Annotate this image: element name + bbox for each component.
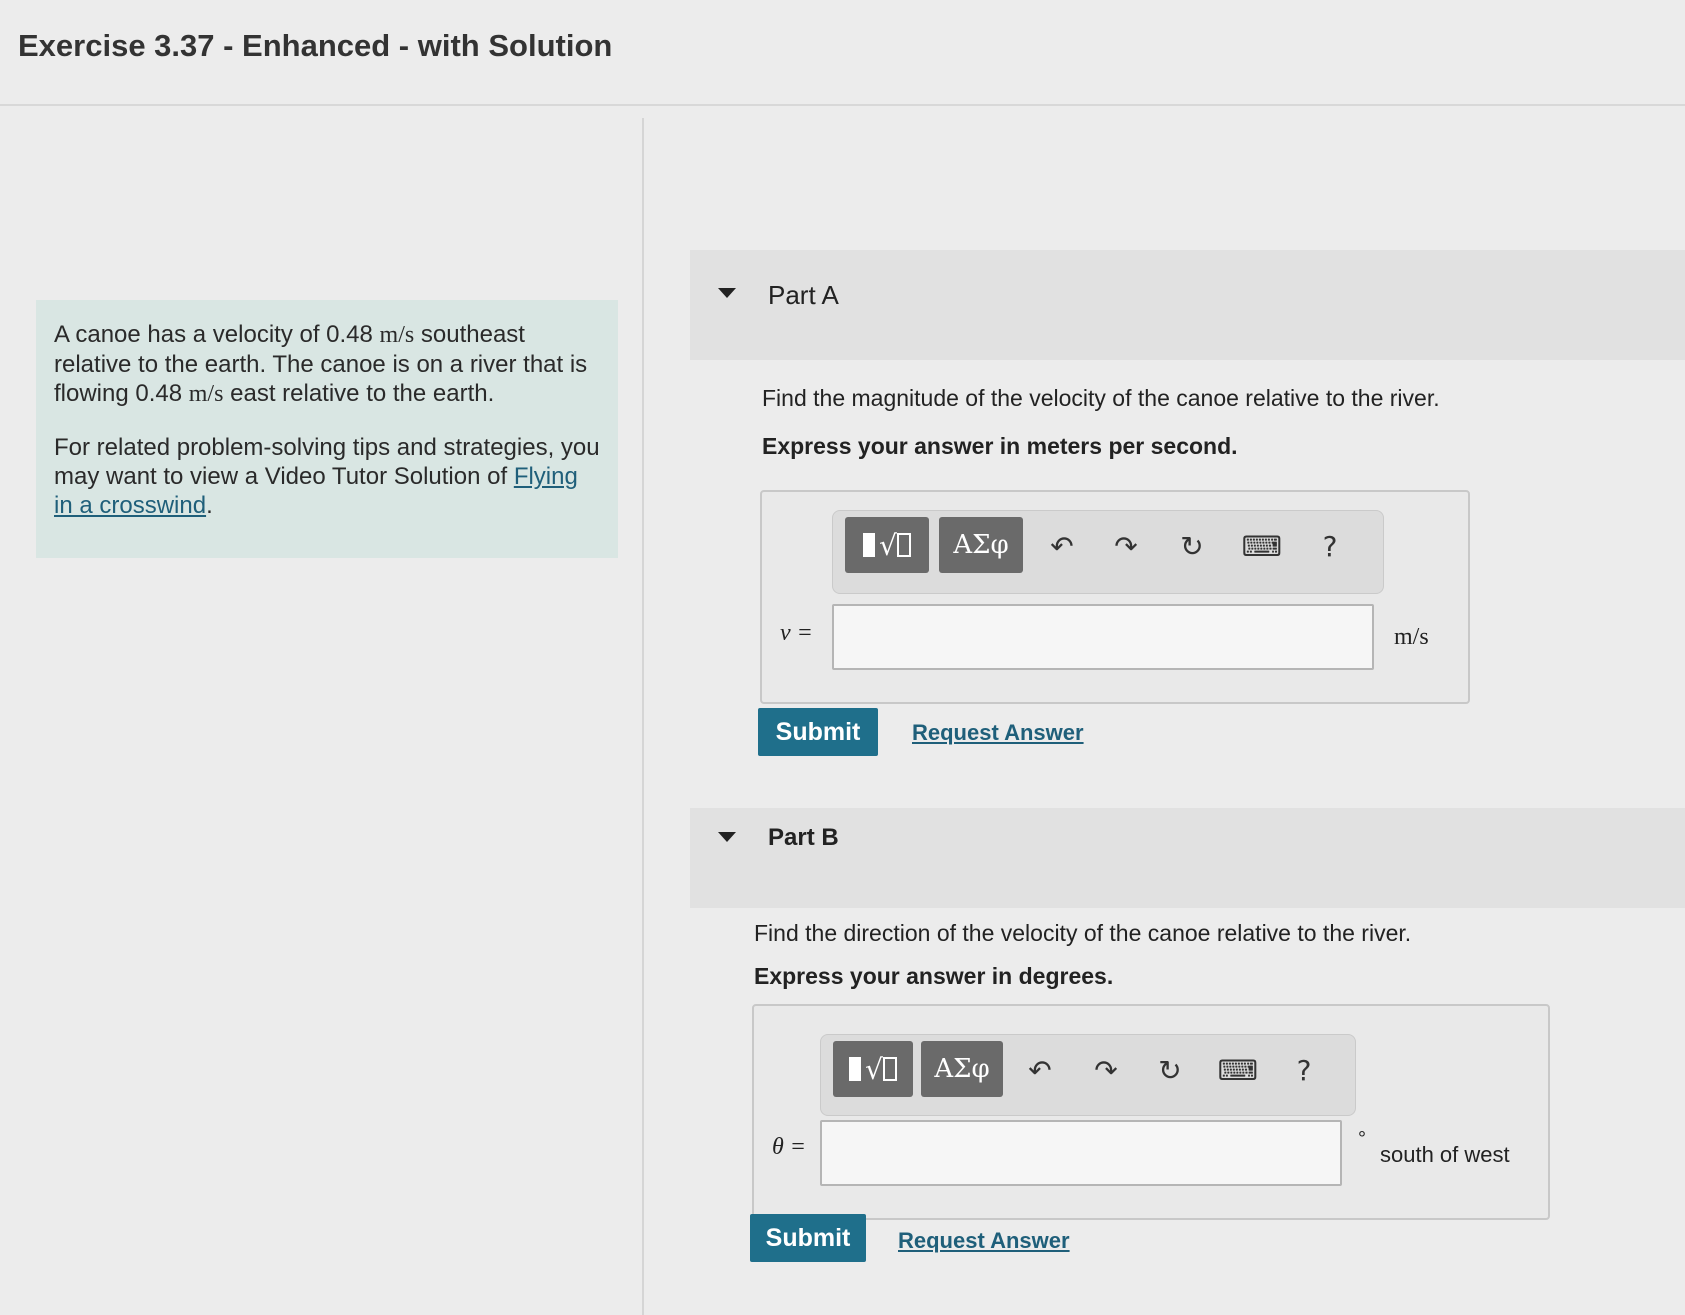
part-a-answer-box: √ ΑΣφ ↶ ↷ ↻ ⌨ ? v = m/s [760,490,1470,704]
part-a-label: Part A [768,280,839,310]
undo-icon[interactable]: ↶ [1023,1053,1057,1087]
part-b-header[interactable]: Part B [690,808,1685,908]
collapse-triangle-icon[interactable] [718,288,736,298]
part-b-variable-label: θ = [772,1134,806,1160]
part-a-request-answer-link[interactable]: Request Answer [912,720,1084,746]
part-b-math-toolbar: √ ΑΣφ ↶ ↷ ↻ ⌨ ? [820,1034,1356,1116]
part-a-unit: m/s [1394,624,1429,650]
collapse-triangle-icon[interactable] [718,832,736,842]
part-b-request-answer-link[interactable]: Request Answer [898,1228,1070,1254]
part-b-submit-button[interactable]: Submit [750,1214,866,1262]
header-divider [0,104,1685,106]
greek-symbols-button[interactable]: ΑΣφ [939,517,1023,573]
problem-statement: A canoe has a velocity of 0.48 m/s south… [36,300,618,558]
redo-icon[interactable]: ↷ [1109,529,1143,563]
problem-paragraph-1: A canoe has a velocity of 0.48 m/s south… [54,321,588,407]
reset-icon[interactable]: ↻ [1175,529,1209,563]
part-b-answer-box: √ ΑΣφ ↶ ↷ ↻ ⌨ ? θ = ° south of west [752,1004,1550,1220]
part-b-unit: south of west [1380,1142,1510,1167]
undo-icon[interactable]: ↶ [1045,529,1079,563]
redo-icon[interactable]: ↷ [1089,1053,1123,1087]
part-a-math-toolbar: √ ΑΣφ ↶ ↷ ↻ ⌨ ? [832,510,1384,594]
templates-button[interactable]: √ [845,517,929,573]
help-icon[interactable]: ? [1287,1053,1321,1087]
part-a-header[interactable]: Part A [690,250,1685,360]
page-title: Exercise 3.37 - Enhanced - with Solution [18,28,613,63]
reset-icon[interactable]: ↻ [1153,1053,1187,1087]
part-a-question: Find the magnitude of the velocity of th… [762,385,1440,411]
degree-symbol: ° [1358,1128,1366,1150]
part-a-submit-button[interactable]: Submit [758,708,878,756]
column-divider [642,118,644,1315]
part-a-variable-label: v = [780,620,813,646]
greek-symbols-button[interactable]: ΑΣφ [921,1041,1003,1097]
keyboard-icon[interactable]: ⌨ [1218,1053,1258,1087]
keyboard-icon[interactable]: ⌨ [1242,529,1282,563]
part-b-question: Find the direction of the velocity of th… [754,920,1412,946]
part-b-instruction: Express your answer in degrees. [754,963,1114,989]
help-icon[interactable]: ? [1313,529,1347,563]
part-b-label: Part B [768,824,839,851]
templates-button[interactable]: √ [833,1041,913,1097]
part-b-answer-input[interactable] [820,1120,1342,1186]
part-a-instruction: Express your answer in meters per second… [762,433,1238,459]
part-a-answer-input[interactable] [832,604,1374,670]
problem-paragraph-2: For related problem-solving tips and str… [54,434,600,519]
